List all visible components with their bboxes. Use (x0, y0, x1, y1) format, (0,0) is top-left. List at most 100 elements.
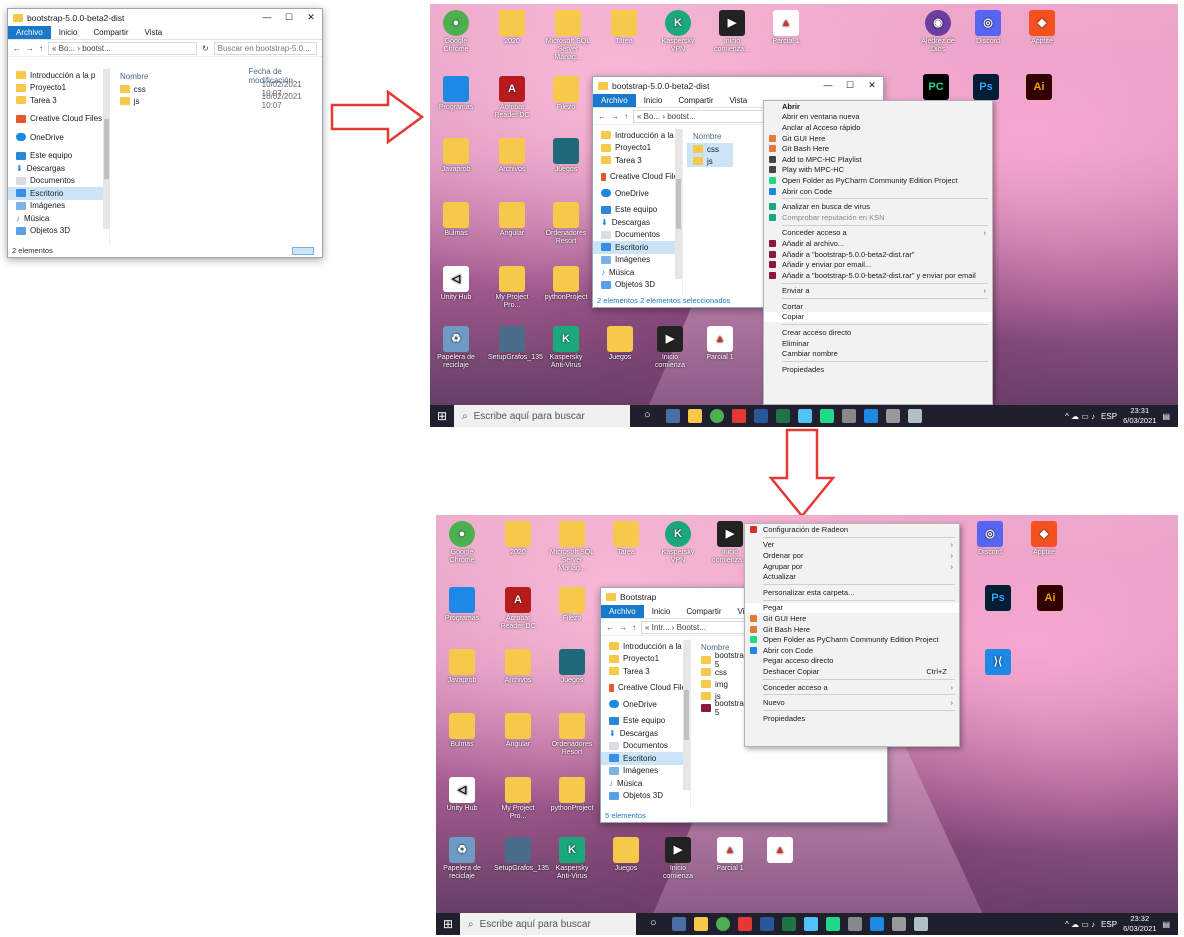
desktop-icon[interactable]: Microsoft SQL Server Manag... (544, 10, 592, 62)
nav-item[interactable]: Imágenes (601, 765, 690, 778)
nav-item[interactable]: Proyecto1 (8, 82, 109, 95)
nav-item[interactable]: OneDrive (593, 187, 682, 200)
desktop-icon[interactable]: K Kaspersky VPN (654, 10, 702, 54)
desktop-icon[interactable]: Bulmas (432, 202, 480, 238)
desktop-icon[interactable]: Tarea (602, 521, 650, 557)
app-icon[interactable] (914, 917, 928, 931)
menu-item[interactable]: Añadir y enviar por email... (764, 259, 992, 270)
desktop-icon[interactable]: Bulmas (438, 713, 486, 749)
menu-item[interactable]: Ordenar por › (745, 550, 959, 561)
menu-item[interactable]: Crear acceso directo (764, 327, 992, 338)
desktop-icon[interactable]: pythonProject (548, 777, 596, 813)
desktop-icon[interactable]: ◎ Discord (966, 521, 1014, 557)
notification-icon[interactable]: ▤ (1162, 920, 1170, 929)
back-icon[interactable]: ← (598, 112, 606, 121)
menu-item[interactable]: Abrir (764, 101, 992, 112)
word-icon[interactable] (754, 409, 768, 423)
menu-item[interactable]: Actualizar (745, 571, 959, 582)
app-icon[interactable] (892, 917, 906, 931)
desktop-icon[interactable]: ▲ Parcial 1 (762, 10, 810, 46)
menu-item[interactable]: Add to MPC-HC Playlist (764, 154, 992, 165)
menu-item[interactable]: Conceder acceso a › (764, 228, 992, 239)
menu-item[interactable]: Conceder acceso a › (745, 682, 959, 693)
clock[interactable]: 23:31 6/03/2021 (1123, 406, 1156, 426)
up-icon[interactable]: ↑ (624, 112, 628, 121)
desktop-icon[interactable]: Ai (1015, 74, 1063, 102)
desktop-icon[interactable]: Filezo (548, 587, 596, 623)
nav-item[interactable]: Imágenes (593, 254, 682, 267)
nav-item[interactable]: Tarea 3 (593, 154, 682, 167)
file-row[interactable]: js 10/02/2021 10:07 (114, 92, 322, 110)
nav-scrollbar[interactable] (683, 640, 690, 790)
menu-item[interactable]: Git GUI Here (745, 613, 959, 624)
menu-item[interactable]: Play with MPC-HC (764, 165, 992, 176)
nav-item[interactable]: Este equipo (601, 715, 690, 728)
tab-vista[interactable]: Vista (137, 28, 171, 37)
desktop-icon[interactable]: K Kaspersky Anti-Virus (542, 326, 590, 370)
desktop-icon[interactable]: ● Google Chrome (438, 521, 486, 565)
tab-archivo[interactable]: Archivo (601, 605, 644, 618)
desktop-icon[interactable]: Microsoft SQL Server Manag... (548, 521, 596, 573)
menu-item[interactable]: Configuración de Radeon (745, 524, 959, 535)
menu-item[interactable]: Enviar a › (764, 286, 992, 297)
desktop-icon[interactable]: Ps (974, 585, 1022, 613)
desktop-icon[interactable]: PC (912, 74, 960, 102)
desktop-icon[interactable]: Filezo (542, 76, 590, 112)
nav-item[interactable]: Documentos (601, 740, 690, 753)
tab-compartir[interactable]: Compartir (678, 607, 729, 616)
language-indicator[interactable]: ESP (1101, 920, 1117, 929)
nav-item[interactable]: Imágenes (8, 200, 109, 213)
search-input[interactable]: Buscar en bootstrap-5.0... (213, 41, 317, 55)
cortana-icon[interactable]: ○ (650, 917, 664, 931)
desktop-icon[interactable]: A Acrobat Reader DC (488, 76, 536, 120)
desktop-icon[interactable]: My Project Pro... (494, 777, 542, 821)
col-name[interactable]: Nombre (120, 72, 249, 81)
menu-item[interactable]: Pegar (745, 602, 959, 614)
menu-item[interactable]: Añadir al archivo... (764, 238, 992, 249)
tab-compartir[interactable]: Compartir (85, 28, 136, 37)
file-explorer-icon[interactable] (694, 917, 708, 931)
nav-item[interactable]: ⬇ Descargas (601, 727, 690, 740)
app-icon[interactable] (798, 409, 812, 423)
desktop-icon[interactable]: Javaprob (438, 649, 486, 685)
desktop-icon[interactable]: ◆ Apptite (1020, 521, 1068, 557)
desktop-icon[interactable]: A Acrobat Reader DC (494, 587, 542, 631)
desktop-icon[interactable]: SetupGrafos_135 (494, 837, 549, 873)
maximize-button[interactable]: ☐ (839, 80, 861, 91)
nav-item[interactable]: Creative Cloud Files (8, 113, 109, 126)
chrome-icon[interactable] (716, 917, 730, 931)
nav-item[interactable]: Este equipo (593, 204, 682, 217)
file-row-selected[interactable]: css (687, 143, 733, 155)
nav-item[interactable]: Creative Cloud Files (593, 171, 682, 184)
desktop-icon[interactable]: ▲ (756, 837, 804, 865)
up-icon[interactable]: ↑ (632, 623, 636, 632)
menu-item[interactable]: Abrir con Code (764, 186, 992, 197)
desktop-icon[interactable]: pythonProject (542, 266, 590, 302)
desktop-icon[interactable]: Ps (962, 74, 1010, 102)
forward-icon[interactable]: → (611, 112, 619, 121)
nav-item[interactable]: Tarea 3 (8, 94, 109, 107)
desktop-icon[interactable]: Programas (432, 76, 480, 112)
nav-scrollbar[interactable] (103, 69, 110, 229)
tab-inicio[interactable]: Inicio (636, 96, 671, 105)
desktop-icon[interactable]: 2020 (494, 521, 542, 557)
maximize-button[interactable]: ☐ (278, 12, 300, 23)
app-icon[interactable] (886, 409, 900, 423)
taskbar-search[interactable]: ⌕ Escribe aquí para buscar (454, 405, 630, 427)
nav-item[interactable]: Creative Cloud Files (601, 682, 690, 695)
desktop-icon[interactable]: My Project Pro... (488, 266, 536, 310)
desktop-icon[interactable]: 2020 (488, 10, 536, 46)
desktop-icon[interactable]: Archivos (488, 138, 536, 174)
app-icon[interactable] (870, 917, 884, 931)
nav-item[interactable]: Tarea 3 (601, 665, 690, 678)
desktop-icon[interactable]: K Kaspersky VPN (654, 521, 702, 565)
nav-item[interactable]: Objetos 3D (8, 225, 109, 238)
language-indicator[interactable]: ESP (1101, 412, 1117, 421)
office-icon[interactable] (738, 917, 752, 931)
menu-item[interactable]: Cambiar nombre (764, 348, 992, 359)
nav-item[interactable]: Objetos 3D (601, 790, 690, 803)
pycharm-icon[interactable] (820, 409, 834, 423)
app-icon[interactable] (804, 917, 818, 931)
chrome-icon[interactable] (710, 409, 724, 423)
menu-item[interactable]: Propiedades (745, 713, 959, 724)
